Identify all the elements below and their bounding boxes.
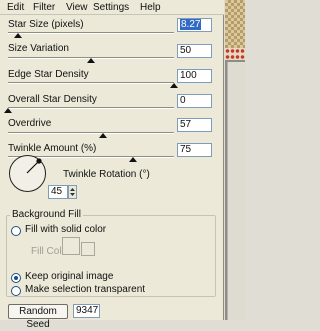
random-seed-button[interactable]: Random Seed bbox=[8, 304, 68, 330]
rotation-dial-hand-icon bbox=[26, 158, 42, 174]
edge-star-density-track[interactable] bbox=[8, 82, 174, 84]
menu-help[interactable]: Help bbox=[140, 2, 161, 13]
background-fill-title: Background Fill bbox=[10, 209, 83, 221]
edge-star-density-slider-thumb[interactable] bbox=[170, 83, 178, 88]
menu-settings[interactable]: Settings bbox=[93, 2, 129, 13]
twinkle-amount-label: Twinkle Amount (%) bbox=[8, 143, 97, 154]
star-size-slider-thumb[interactable] bbox=[13, 33, 22, 38]
fill-color-primary-swatch[interactable] bbox=[62, 237, 80, 255]
overdrive-input[interactable]: 57 bbox=[177, 118, 212, 132]
overdrive-slider-thumb[interactable] bbox=[98, 133, 107, 138]
star-filter-dialog: Star Size (pixels) 8.27 Size Variation 5… bbox=[0, 15, 224, 320]
rotation-dial[interactable] bbox=[9, 155, 46, 192]
overall-star-density-label: Overall Star Density bbox=[8, 94, 97, 105]
make-transparent-label[interactable]: Make selection transparent bbox=[25, 284, 145, 296]
fill-color-secondary-swatch[interactable] bbox=[81, 242, 95, 256]
star-size-label: Star Size (pixels) bbox=[8, 19, 84, 30]
overall-star-density-input[interactable]: 0 bbox=[177, 94, 212, 108]
random-seed-input[interactable]: 9347 bbox=[73, 304, 100, 318]
twinkle-rotation-label: Twinkle Rotation (°) bbox=[63, 169, 150, 180]
twinkle-rotation-input[interactable]: 45 bbox=[48, 185, 68, 199]
twinkle-amount-input[interactable]: 75 bbox=[177, 143, 212, 157]
edge-star-density-label: Edge Star Density bbox=[8, 69, 89, 80]
edge-star-density-input[interactable]: 100 bbox=[177, 69, 212, 83]
size-variation-input[interactable]: 50 bbox=[177, 44, 212, 58]
star-size-input[interactable]: 8.27 bbox=[177, 18, 212, 32]
overall-star-density-slider-thumb[interactable] bbox=[4, 108, 12, 113]
overdrive-track[interactable] bbox=[8, 132, 174, 134]
overdrive-label: Overdrive bbox=[8, 118, 52, 129]
keep-original-image-label[interactable]: Keep original image bbox=[25, 271, 113, 283]
size-variation-slider-thumb[interactable] bbox=[87, 58, 95, 63]
menu-edit[interactable]: Edit bbox=[7, 2, 24, 13]
twinkle-rotation-spinner[interactable] bbox=[68, 185, 77, 199]
star-size-track[interactable] bbox=[8, 32, 174, 34]
overall-star-density-track[interactable] bbox=[8, 107, 174, 109]
twinkle-amount-slider-thumb[interactable] bbox=[128, 157, 137, 162]
fill-solid-color-label[interactable]: Fill with solid color bbox=[25, 224, 106, 236]
make-transparent-radio[interactable] bbox=[11, 286, 21, 296]
menu-view[interactable]: View bbox=[66, 2, 88, 13]
image-preview-strip bbox=[225, 0, 245, 320]
preview-dot-border bbox=[225, 48, 245, 60]
preview-pattern bbox=[225, 0, 245, 48]
preview-canvas bbox=[227, 62, 245, 320]
menu-bar: Edit Filter View Settings Help bbox=[0, 0, 224, 15]
fill-solid-color-radio[interactable] bbox=[11, 226, 21, 236]
menu-filter[interactable]: Filter bbox=[33, 2, 55, 13]
keep-original-image-radio[interactable] bbox=[11, 273, 21, 283]
size-variation-label: Size Variation bbox=[8, 43, 69, 54]
spinner-arrows-icon bbox=[70, 188, 75, 196]
